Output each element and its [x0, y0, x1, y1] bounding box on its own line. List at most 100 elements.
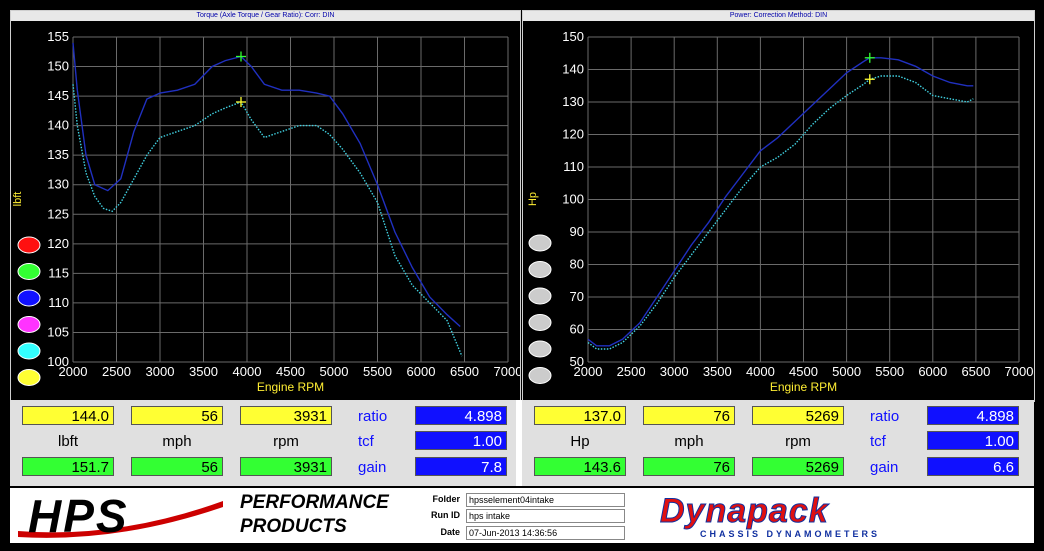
hps-logo-text: HPS: [28, 490, 129, 542]
power-ratio-value: 4.898: [927, 406, 1019, 425]
y-tick-label: 145: [47, 88, 69, 103]
power-unit-label: Hp: [570, 433, 590, 450]
x-tick-label: 7000: [494, 364, 520, 379]
torque-tcf-label: tcf: [358, 433, 374, 450]
power-gain-label: gain: [870, 459, 899, 476]
dynapack-logo: Dynapack: [660, 492, 829, 531]
x-tick-label: 4500: [789, 364, 818, 379]
y-tick-label: 70: [570, 289, 584, 304]
x-tick-label: 4000: [233, 364, 262, 379]
torque-rpm-label: rpm: [273, 433, 299, 450]
folder-label: Folder: [432, 494, 460, 504]
x-tick-label: 5000: [832, 364, 861, 379]
date-value: 07-Jun-2013 14:36:56: [466, 526, 625, 540]
runid-label: Run ID: [431, 510, 460, 520]
legend-dot-2: [528, 287, 552, 305]
x-tick-label: 5500: [875, 364, 904, 379]
power-mph-label: mph: [674, 433, 704, 450]
x-tick-label: 3500: [189, 364, 218, 379]
peak-marker-1: [235, 97, 246, 107]
y-tick-label: 140: [47, 118, 69, 133]
y-tick-label: 80: [570, 257, 584, 272]
dynapack-subtitle: CHASSIS DYNAMOMETERS: [700, 529, 881, 539]
y-tick-label: 155: [47, 29, 69, 44]
x-axis-label: Engine RPM: [257, 380, 324, 394]
legend-dot-5: [528, 367, 552, 384]
torque-chart: 2000 2500 3000 3500 4000 4500 5000 5500 6000 6500…: [12, 29, 520, 394]
power-chart-panel: Power: Correction Method: DIN 2000 2500 30…: [522, 10, 1035, 402]
power-chart: 2000 2500 3000 3500 4000 4500 5000 5500 6000 6500…: [527, 29, 1034, 394]
x-tick-label: 7000: [1005, 364, 1034, 379]
x-tick-label: 2500: [102, 364, 131, 379]
torque-unit-label: lbft: [57, 433, 78, 450]
x-tick-label: 3000: [660, 364, 689, 379]
y-tick-label: 140: [562, 62, 584, 77]
peak-marker-0: [864, 52, 875, 63]
peak-marker-1: [864, 74, 875, 85]
torque-mph-label: mph: [162, 433, 192, 450]
y-tick-label: 120: [47, 236, 69, 251]
torque-ratio-label: ratio: [358, 408, 388, 425]
y-tick-label: 150: [47, 59, 69, 74]
torque-peak-mph-box: 56: [131, 457, 223, 476]
y-tick-label: 90: [570, 224, 584, 239]
x-tick-label: 4500: [276, 364, 305, 379]
power-rpm-box: 5269: [752, 406, 844, 425]
torque-peak-rpm-box: 3931: [240, 457, 332, 476]
legend-dot-0: [528, 234, 552, 252]
series-line-1: [587, 75, 974, 350]
power-peak-box: 143.6: [534, 457, 626, 476]
x-tick-label: 6500: [961, 364, 990, 379]
x-tick-label: 5500: [363, 364, 392, 379]
y-tick-label: 105: [47, 324, 69, 339]
legend-dot-0: [17, 236, 41, 254]
legend-dot-5: [17, 369, 41, 386]
torque-peak-box: 151.7: [22, 457, 114, 476]
x-tick-label: 5000: [320, 364, 349, 379]
x-tick-label: 6500: [450, 364, 479, 379]
legend-dot-1: [528, 261, 552, 278]
y-tick-label: 130: [562, 94, 584, 109]
legend-dot-1: [17, 263, 41, 280]
torque-chart-panel: Torque (Axle Torque / Gear Ratio): Corr:…: [10, 10, 521, 402]
y-tick-label: 50: [570, 354, 584, 369]
x-tick-label: 6000: [407, 364, 436, 379]
power-gain-value: 6.6: [927, 457, 1019, 476]
torque-gain-label: gain: [358, 459, 387, 476]
power-chart-title: Power: Correction Method: DIN: [523, 11, 1034, 21]
x-tick-label: 3500: [703, 364, 732, 379]
torque-rpm-box: 3931: [240, 406, 332, 425]
footer-bar: HPS PERFORMANCE PRODUCTS Folder hpsselem…: [10, 488, 1034, 543]
legend-dot-3: [17, 316, 41, 333]
power-readout-panel: 137.0 76 5269 Hp mph rpm 143.6 76 5269 r…: [522, 400, 1034, 486]
y-tick-label: 135: [47, 147, 69, 162]
torque-readout-panel: 144.0 56 3931 lbft mph rpm 151.7 56 3931…: [10, 400, 516, 486]
torque-tcf-value: 1.00: [415, 431, 507, 450]
x-tick-label: 6000: [918, 364, 947, 379]
series-line-0: [587, 57, 974, 347]
power-tcf-label: tcf: [870, 433, 886, 450]
products-text: PRODUCTS: [240, 516, 347, 537]
readout-area: 144.0 56 3931 lbft mph rpm 151.7 56 3931…: [10, 400, 1034, 486]
x-axis-label: Engine RPM: [770, 380, 837, 394]
y-axis-label: Hp: [527, 192, 539, 206]
legend-dot-4: [528, 340, 552, 358]
x-tick-label: 3000: [146, 364, 175, 379]
y-tick-label: 60: [570, 322, 584, 337]
power-tcf-value: 1.00: [927, 431, 1019, 450]
y-axis-label: lbft: [12, 192, 24, 207]
folder-value: hpsselement04intake: [466, 493, 625, 507]
power-value-box: 137.0: [534, 406, 626, 425]
legend-dot-2: [17, 289, 41, 307]
power-ratio-label: ratio: [870, 408, 900, 425]
y-tick-label: 115: [48, 265, 69, 280]
legend-dot-3: [528, 314, 552, 331]
torque-gain-value: 7.8: [415, 457, 507, 476]
power-rpm-label: rpm: [785, 433, 811, 450]
legend-dot-4: [17, 342, 41, 360]
performance-text: PERFORMANCE: [240, 492, 389, 513]
torque-value-box: 144.0: [22, 406, 114, 425]
y-tick-label: 120: [562, 127, 584, 142]
torque-mph-box: 56: [131, 406, 223, 425]
y-tick-label: 150: [562, 29, 584, 44]
